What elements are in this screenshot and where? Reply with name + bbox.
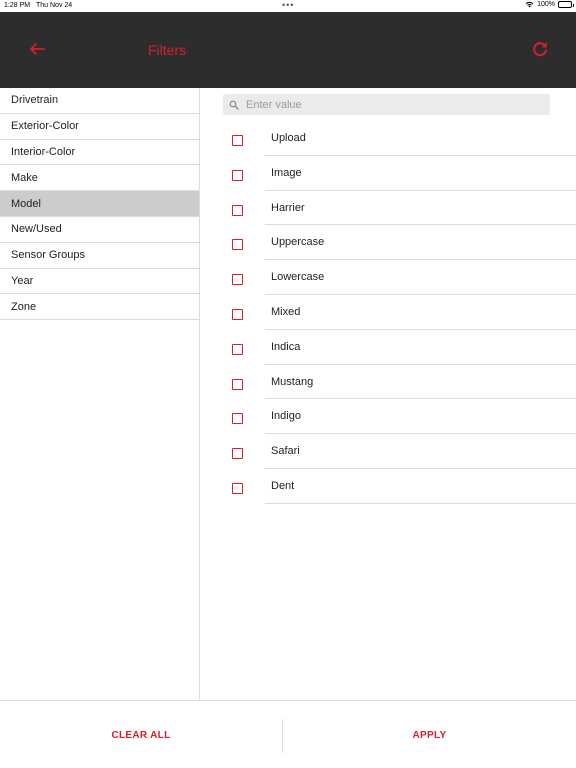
status-bar: 1:28 PM Thu Nov 24 ••• 100%: [0, 0, 576, 12]
sidebar-item-new-used[interactable]: New/Used: [0, 217, 199, 243]
sidebar-item-exterior-color[interactable]: Exterior-Color: [0, 114, 199, 140]
sidebar-item-sensor-groups[interactable]: Sensor Groups: [0, 243, 199, 269]
filter-category-sidebar: Drivetrain Exterior-Color Interior-Color…: [0, 88, 200, 700]
page-title: Filters: [148, 42, 187, 58]
divider: [265, 502, 576, 504]
header-bar: Filters: [0, 12, 576, 88]
option-checkbox[interactable]: [232, 239, 243, 251]
status-date: Thu Nov 24: [36, 2, 73, 9]
option-label: Harrier: [271, 201, 305, 214]
option-label: Mustang: [271, 375, 314, 388]
option-label: Image: [271, 166, 302, 179]
option-checkbox[interactable]: [232, 343, 243, 355]
option-checkbox[interactable]: [232, 448, 243, 460]
option-label: Indica: [271, 340, 301, 353]
option-label: Indigo: [271, 410, 301, 423]
sidebar-item-model[interactable]: Model: [0, 191, 199, 217]
option-label: Uppercase: [271, 236, 325, 249]
filter-values-panel: Upload Image Harrier Uppercase Lowercase…: [200, 88, 576, 700]
sidebar-item-drivetrain[interactable]: Drivetrain: [0, 88, 199, 114]
battery-icon: [558, 1, 574, 8]
battery-percent: 100%: [537, 1, 555, 8]
sidebar-item-interior-color[interactable]: Interior-Color: [0, 140, 199, 166]
search-icon: [229, 100, 239, 110]
option-checkbox[interactable]: [232, 204, 243, 216]
list-item[interactable]: Uppercase: [200, 225, 576, 261]
list-item[interactable]: Lowercase: [200, 260, 576, 295]
option-label: Upload: [271, 132, 306, 144]
option-checkbox[interactable]: [232, 378, 243, 390]
option-label: Lowercase: [271, 271, 325, 284]
search-input[interactable]: [246, 98, 536, 111]
option-checkbox[interactable]: [232, 135, 243, 146]
refresh-button[interactable]: [530, 39, 550, 59]
option-checkbox[interactable]: [232, 169, 243, 181]
list-item[interactable]: Dent: [200, 469, 576, 504]
arrow-left-icon: [30, 43, 45, 55]
apply-button[interactable]: APPLY: [283, 701, 576, 768]
option-checkbox[interactable]: [232, 413, 243, 425]
list-item[interactable]: Upload: [200, 121, 576, 156]
option-label: Safari: [271, 445, 300, 458]
list-item[interactable]: Mixed: [200, 295, 576, 330]
sidebar-item-zone[interactable]: Zone: [0, 294, 199, 321]
list-item[interactable]: Harrier: [200, 191, 576, 226]
option-checkbox[interactable]: [232, 482, 243, 494]
search-box: [223, 94, 550, 115]
status-time: 1:28 PM: [4, 2, 31, 9]
list-item[interactable]: Indigo: [200, 399, 576, 435]
multitasking-dots[interactable]: •••: [282, 0, 294, 10]
sidebar-item-make[interactable]: Make: [0, 165, 199, 192]
refresh-icon: [533, 42, 547, 57]
list-item[interactable]: Image: [200, 156, 576, 191]
wifi-icon: [525, 1, 534, 8]
back-button[interactable]: [24, 38, 50, 60]
footer-bar: CLEAR ALL APPLY: [0, 700, 576, 768]
option-list: Upload Image Harrier Uppercase Lowercase…: [200, 121, 576, 504]
option-checkbox[interactable]: [232, 274, 243, 286]
option-label: Mixed: [271, 305, 301, 318]
option-checkbox[interactable]: [232, 308, 243, 320]
clear-all-button[interactable]: CLEAR ALL: [0, 701, 282, 768]
list-item[interactable]: Mustang: [200, 365, 576, 400]
list-item[interactable]: Safari: [200, 434, 576, 469]
sidebar-item-year[interactable]: Year: [0, 269, 199, 295]
list-item[interactable]: Indica: [200, 330, 576, 365]
option-label: Dent: [271, 479, 295, 492]
status-indicators: 100%: [525, 1, 574, 8]
